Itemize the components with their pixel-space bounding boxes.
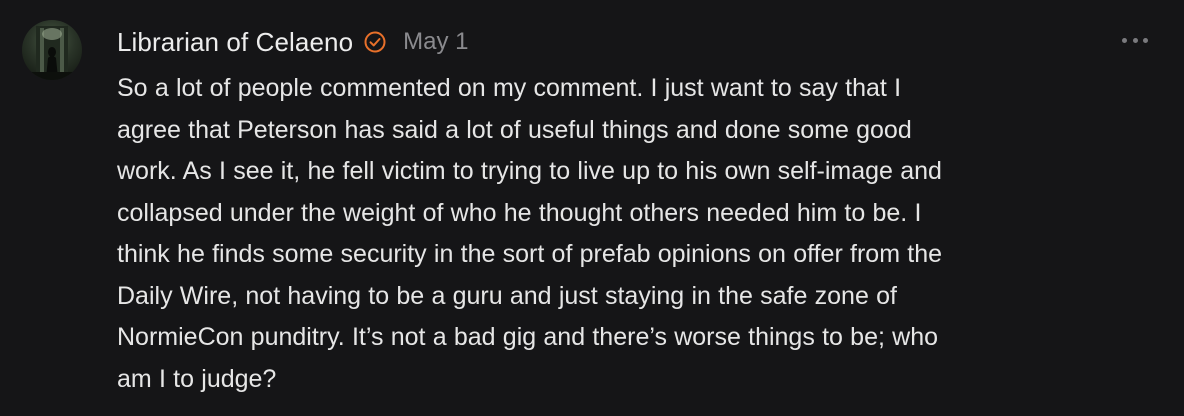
avatar-image: [22, 26, 82, 80]
more-dot: [1143, 37, 1148, 43]
comment-body-line: NormieCon punditry. It’s not a bad gig a…: [117, 323, 939, 351]
more-dot: [1132, 37, 1138, 43]
comment-header: Librarian of Celaeno May 1: [117, 24, 469, 60]
avatar[interactable]: [22, 20, 82, 80]
comment-body-line: Daily Wire, not having to be a guru and …: [117, 281, 897, 310]
comment-body-line: collapsed under the weight of who he tho…: [117, 198, 922, 227]
verified-check-icon: [363, 30, 387, 54]
comment-body-line: So a lot of people commented on my comme…: [117, 74, 902, 102]
more-options-icon[interactable]: [1122, 30, 1148, 50]
comment-body: So a lot of people commented on my comme…: [117, 68, 1157, 400]
author-name[interactable]: Librarian of Celaeno: [117, 27, 353, 58]
more-dot: [1122, 37, 1127, 43]
comment: Librarian of Celaeno May 1 So a lot of p…: [0, 0, 1184, 416]
comment-body-line: work. As I see it, he fell victim to try…: [117, 157, 942, 185]
comment-body-line: think he finds some security in the sort…: [117, 240, 943, 268]
comment-body-line: am I to judge?: [117, 364, 277, 393]
comment-date[interactable]: May 1: [403, 28, 468, 56]
comment-body-line: agree that Peterson has said a lot of us…: [117, 115, 912, 144]
